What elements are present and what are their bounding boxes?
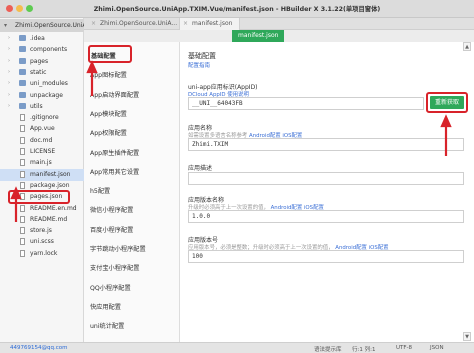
status-item[interactable]: JSON — [430, 345, 444, 351]
status-item[interactable]: 行:1 列:1 — [352, 345, 375, 353]
annotation-arrows — [10, 60, 452, 222]
user-account[interactable]: 449769154@qq.com — [10, 345, 67, 351]
arrow-head-icon — [10, 186, 22, 200]
status-item[interactable]: UTF-8 — [396, 345, 412, 351]
status-bar: 449769154@qq.com 语法提示库 行:1 列:1 UTF-8 JSO… — [0, 342, 474, 353]
status-item[interactable]: 语法提示库 — [314, 345, 342, 353]
arrow-head-icon — [86, 60, 98, 74]
arrow-head-icon — [440, 114, 452, 128]
